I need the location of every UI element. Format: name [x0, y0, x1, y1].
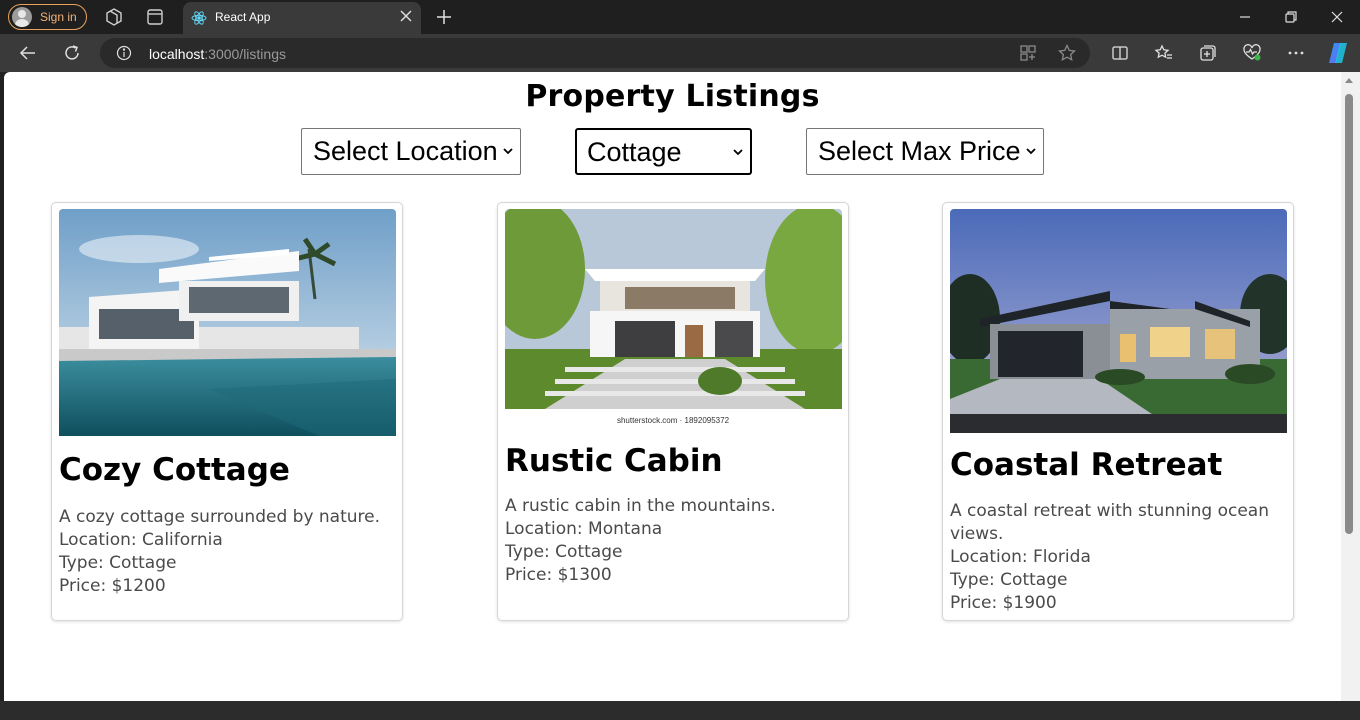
more-options-icon[interactable] [1286, 43, 1306, 63]
listing-location: Location: California [59, 530, 223, 550]
scrollbar-thumb[interactable] [1345, 94, 1353, 534]
browser-title-bar: Sign in React App [0, 0, 1360, 34]
site-info-icon[interactable] [116, 45, 132, 61]
property-image [59, 209, 396, 436]
favorites-icon[interactable] [1154, 43, 1174, 63]
chevron-down-icon [733, 149, 743, 156]
listing-details: A rustic cabin in the mountains. Locatio… [505, 495, 842, 587]
listing-description: A cozy cottage surrounded by nature. [59, 507, 381, 527]
sign-in-button[interactable]: Sign in [8, 4, 87, 30]
listing-price: Price: $1300 [505, 565, 612, 585]
tab-actions-icon[interactable] [145, 7, 165, 27]
scroll-up-arrow-icon[interactable] [1345, 78, 1353, 83]
page-viewport: Property Listings Select Location Cottag… [4, 72, 1341, 701]
listing-type: Type: Cottage [950, 570, 1068, 590]
react-logo-icon [191, 11, 207, 25]
listing-location: Location: Montana [505, 519, 663, 539]
window-bottom-edge [0, 701, 1360, 720]
page-title: Property Listings [525, 79, 820, 114]
browser-essentials-icon[interactable] [1242, 43, 1262, 63]
listing-description: A coastal retreat with stunning ocean vi… [950, 501, 1269, 544]
restore-icon[interactable] [1283, 9, 1299, 25]
listing-price: Price: $1200 [59, 576, 166, 596]
listing-name: Coastal Retreat [950, 447, 1223, 483]
app-available-icon[interactable] [1018, 43, 1038, 63]
url-text: localhost:3000/listings [149, 46, 286, 62]
minimize-icon[interactable] [1237, 9, 1253, 25]
profile-avatar-icon [12, 7, 32, 27]
listing-name: Rustic Cabin [505, 443, 723, 479]
chevron-down-icon [1026, 148, 1036, 155]
location-select-value: Select Location [313, 136, 498, 166]
favorite-star-icon[interactable] [1057, 43, 1077, 63]
split-screen-icon[interactable] [1110, 43, 1130, 63]
listing-description: A rustic cabin in the mountains. [505, 496, 776, 516]
property-image [950, 209, 1287, 433]
tab-react-app[interactable]: React App [183, 2, 421, 34]
browser-toolbar: localhost:3000/listings [0, 34, 1360, 72]
copilot-icon[interactable] [1326, 41, 1350, 65]
listing-type: Type: Cottage [505, 542, 623, 562]
listing-card[interactable]: Coastal Retreat A coastal retreat with s… [942, 202, 1294, 621]
listing-name: Cozy Cottage [59, 452, 290, 488]
chevron-down-icon [503, 148, 513, 155]
close-tab-icon[interactable] [399, 9, 413, 23]
back-icon[interactable] [18, 43, 38, 63]
page-scrollbar[interactable] [1341, 72, 1360, 701]
listing-details: A coastal retreat with stunning ocean vi… [950, 500, 1287, 615]
location-select[interactable]: Select Location [301, 128, 521, 175]
tab-title: React App [215, 10, 271, 24]
type-select[interactable]: Cottage [575, 128, 752, 175]
workspaces-icon[interactable] [104, 7, 124, 27]
sign-in-label: Sign in [40, 10, 77, 24]
listing-card[interactable]: Cozy Cottage A cozy cottage surrounded b… [51, 202, 403, 621]
max-price-select[interactable]: Select Max Price [806, 128, 1044, 175]
listing-details: A cozy cottage surrounded by nature. Loc… [59, 506, 396, 598]
close-window-icon[interactable] [1329, 9, 1345, 25]
type-select-value: Cottage [587, 137, 682, 167]
listing-type: Type: Cottage [59, 553, 177, 573]
property-image: shutterstock.com · 1892095372 [505, 209, 842, 427]
image-caption: shutterstock.com · 1892095372 [617, 416, 730, 425]
collections-icon[interactable] [1198, 43, 1218, 63]
refresh-icon[interactable] [62, 43, 82, 63]
address-bar[interactable]: localhost:3000/listings [100, 38, 1090, 68]
new-tab-icon[interactable] [434, 7, 454, 27]
listing-price: Price: $1900 [950, 593, 1057, 613]
max-price-select-value: Select Max Price [818, 136, 1021, 166]
listing-location: Location: Florida [950, 547, 1091, 567]
listing-card[interactable]: shutterstock.com · 1892095372 Rustic Cab… [497, 202, 849, 621]
